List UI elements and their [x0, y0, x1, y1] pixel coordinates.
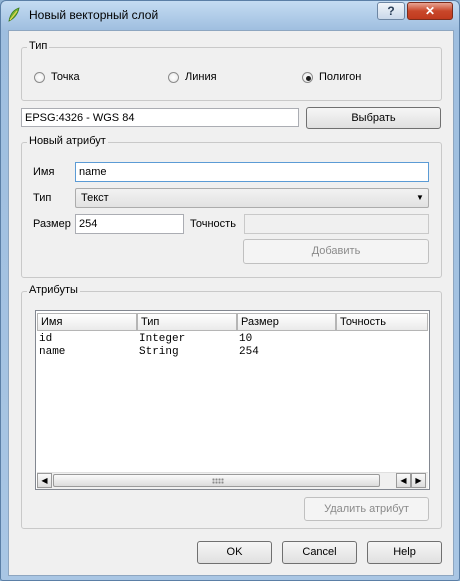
horizontal-scrollbar[interactable]: ◀ ◀ ▶ [37, 472, 428, 489]
radio-polygon-circle[interactable] [302, 72, 313, 83]
new-attribute-title: Новый атрибут [27, 135, 108, 147]
attribute-size-input[interactable]: 254 [75, 214, 184, 234]
dialog-body: Тип Точка Линия Полигон EPSG:4326 - WGS … [8, 30, 454, 576]
attributes-title: Атрибуты [27, 284, 80, 296]
title-bar[interactable]: Новый векторный слой ? ✕ [1, 1, 459, 29]
help-button[interactable]: Help [367, 541, 442, 564]
scroll-right-icon[interactable]: ▶ [411, 473, 426, 488]
dialog-window: Новый векторный слой ? ✕ Тип Точка Линия… [0, 0, 460, 581]
radio-line-circle[interactable] [168, 72, 179, 83]
ok-button[interactable]: OK [197, 541, 272, 564]
attribute-type-select[interactable]: Текст ▼ [75, 188, 429, 208]
chevron-down-icon[interactable]: ▼ [412, 189, 428, 207]
cancel-button[interactable]: Cancel [282, 541, 357, 564]
cell-size: 254 [239, 346, 259, 358]
scroll-thumb[interactable] [53, 474, 380, 487]
qgis-app-icon [8, 7, 20, 22]
name-label: Имя [33, 166, 55, 178]
radio-line-label: Линия [185, 71, 217, 83]
precision-label: Точность [190, 218, 236, 230]
table-row[interactable]: id Integer 10 [38, 333, 427, 346]
radio-polygon-label: Полигон [319, 71, 362, 83]
titlebar-close-button[interactable]: ✕ [407, 2, 453, 20]
cell-size: 10 [239, 333, 253, 345]
attribute-precision-input[interactable] [244, 214, 429, 234]
attributes-table[interactable]: Имя Тип Размер Точность id Integer 10 na… [35, 310, 430, 490]
select-crs-button[interactable]: Выбрать [306, 107, 441, 129]
type-group-title: Тип [27, 40, 50, 52]
crs-field[interactable]: EPSG:4326 - WGS 84 [21, 108, 299, 127]
cell-type: String [139, 346, 179, 358]
attribute-name-input[interactable]: name [75, 162, 429, 182]
radio-point-circle[interactable] [34, 72, 45, 83]
scroll-left-icon[interactable]: ◀ [37, 473, 52, 488]
delete-attribute-button[interactable]: Удалить атрибут [304, 497, 429, 521]
table-row[interactable]: name String 254 [38, 346, 427, 359]
column-header-type[interactable]: Тип [137, 313, 237, 331]
cell-name: name [39, 346, 66, 358]
cell-type: Integer [139, 333, 186, 345]
scroll-left-icon[interactable]: ◀ [396, 473, 411, 488]
cell-name: id [39, 333, 53, 345]
window-title: Новый векторный слой [29, 8, 159, 22]
attribute-type-value: Текст [81, 192, 109, 204]
column-header-name[interactable]: Имя [37, 313, 137, 331]
column-header-size[interactable]: Размер [237, 313, 336, 331]
radio-selected-dot [306, 76, 311, 81]
size-label: Размер [33, 218, 71, 230]
radio-point-label: Точка [51, 71, 80, 83]
grip-icon [212, 478, 224, 484]
type-label: Тип [33, 192, 52, 204]
add-attribute-button[interactable]: Добавить [243, 239, 429, 264]
column-header-precision[interactable]: Точность [336, 313, 428, 331]
type-group: Тип [21, 40, 442, 101]
titlebar-help-button[interactable]: ? [377, 2, 405, 20]
